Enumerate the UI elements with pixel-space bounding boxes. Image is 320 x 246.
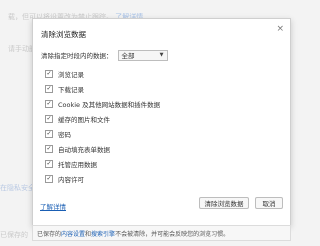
option-label: 自动填充表单数据 — [58, 145, 110, 154]
option-autofill[interactable]: ✓ 自动填充表单数据 — [45, 141, 275, 156]
dialog-footer-note: 已保存的 内容设置 和 搜索引擎 不会被清除，并可能会反映您的浏览习惯。 — [32, 225, 291, 241]
option-cookies[interactable]: ✓ Cookie 及其他网站数据和插件数据 — [45, 96, 275, 111]
option-hosted-app-data[interactable]: ✓ 托管应用数据 — [45, 156, 275, 171]
option-label: Cookie 及其他网站数据和插件数据 — [58, 100, 161, 109]
option-label: 浏览记录 — [58, 70, 84, 79]
time-range-value: 全部 — [121, 52, 135, 60]
checkbox-content-licenses[interactable]: ✓ — [45, 174, 53, 183]
clear-browsing-data-dialog: 清除浏览数据 × 清除指定时段内的数据： 全部 ▼ ✓ 浏览记录 ✓ 下载记录 … — [32, 18, 291, 226]
close-icon[interactable]: × — [276, 25, 284, 34]
checkbox-autofill[interactable]: ✓ — [45, 144, 53, 153]
option-passwords[interactable]: ✓ 密码 — [45, 126, 275, 141]
cancel-button[interactable]: 取消 — [255, 197, 283, 209]
time-range-select[interactable]: 全部 ▼ — [117, 49, 168, 61]
dropdown-caret-icon: ▼ — [159, 52, 164, 58]
checkbox-download-history[interactable]: ✓ — [45, 84, 53, 93]
data-options-list: ✓ 浏览记录 ✓ 下载记录 ✓ Cookie 及其他网站数据和插件数据 ✓ 缓存… — [45, 66, 275, 186]
footer-suffix: 不会被清除，并可能会反映您的浏览习惯。 — [115, 230, 230, 238]
time-range-row: 清除指定时段内的数据： 全部 ▼ — [41, 49, 168, 61]
checkbox-hosted-app-data[interactable]: ✓ — [45, 159, 53, 168]
option-label: 托管应用数据 — [58, 160, 97, 169]
clear-browsing-data-button[interactable]: 清除浏览数据 — [199, 197, 249, 209]
checkbox-cache[interactable]: ✓ — [45, 114, 53, 123]
option-label: 缓存的图片和文件 — [58, 115, 110, 124]
option-label: 密码 — [58, 130, 71, 139]
background-bottom-left-text: 已保存的 — [0, 231, 28, 239]
option-label: 下载记录 — [58, 85, 84, 94]
learn-more-link[interactable]: 了解详情 — [40, 201, 66, 211]
content-settings-link[interactable]: 内容设置 — [61, 229, 85, 238]
option-cache[interactable]: ✓ 缓存的图片和文件 — [45, 111, 275, 126]
time-range-label: 清除指定时段内的数据： — [41, 52, 113, 60]
checkbox-passwords[interactable]: ✓ — [45, 129, 53, 138]
checkbox-cookies[interactable]: ✓ — [45, 99, 53, 108]
dialog-title: 清除浏览数据 — [41, 30, 86, 39]
footer-prefix: 已保存的 — [37, 230, 62, 238]
checkbox-browsing-history[interactable]: ✓ — [45, 69, 53, 78]
option-label: 内容许可 — [58, 175, 84, 184]
option-browsing-history[interactable]: ✓ 浏览记录 — [45, 66, 275, 81]
search-engines-link[interactable]: 搜索引擎 — [91, 229, 115, 238]
option-content-licenses[interactable]: ✓ 内容许可 — [45, 171, 275, 186]
option-download-history[interactable]: ✓ 下载记录 — [45, 81, 275, 96]
